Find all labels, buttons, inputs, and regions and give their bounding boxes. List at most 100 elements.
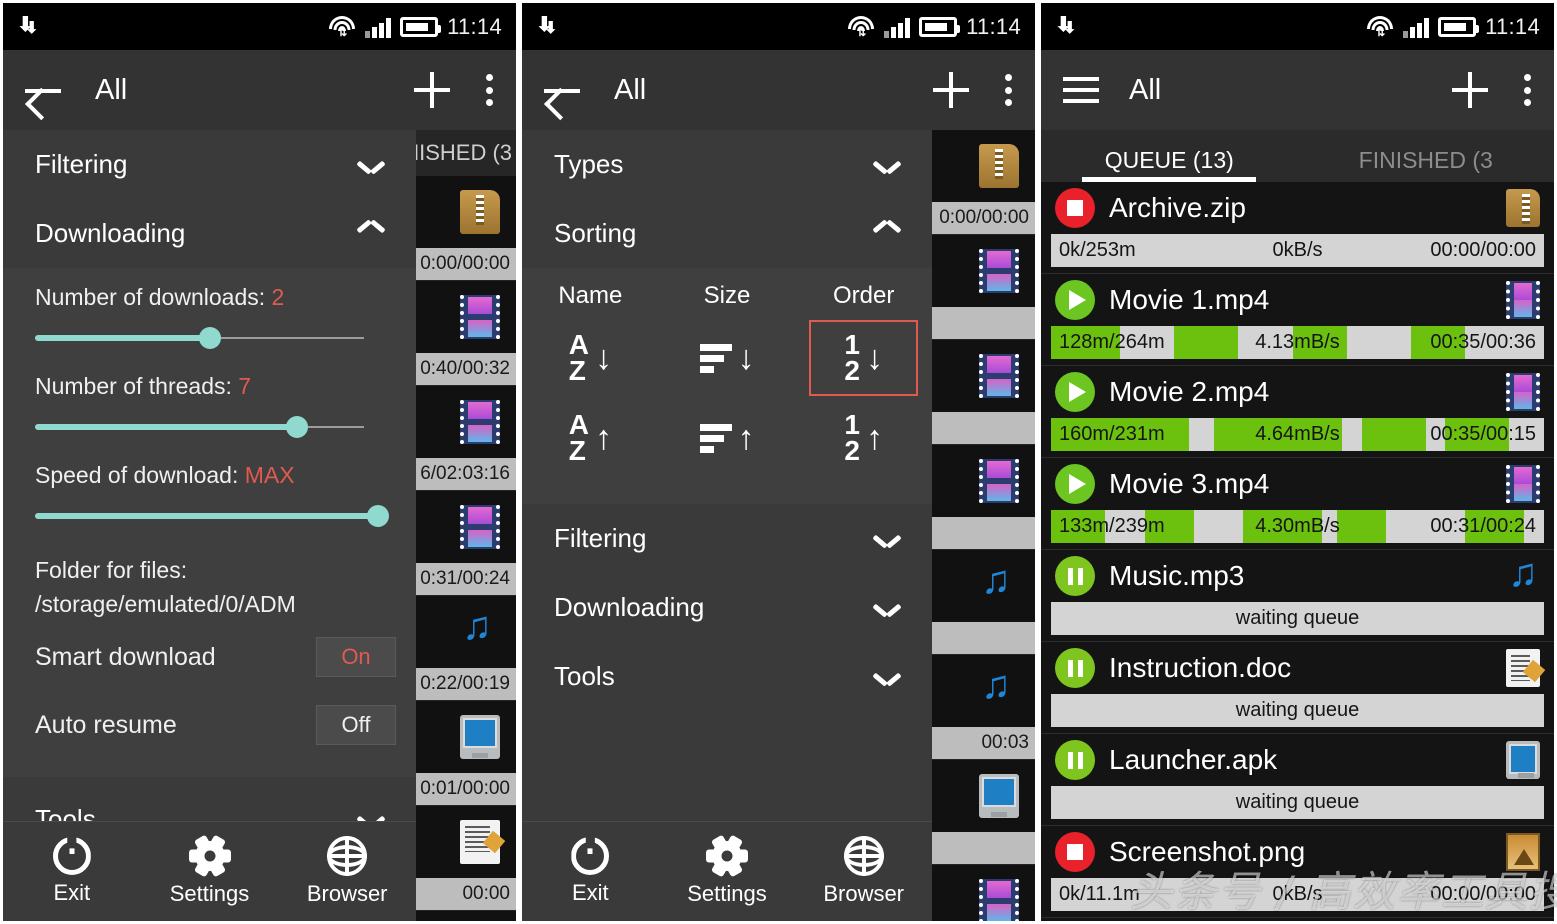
- list-item[interactable]: Movie 1.mp4 128m/264m 4.13mB/s 00:35/00:…: [1041, 274, 1554, 366]
- section-filtering-2[interactable]: Filtering: [522, 504, 932, 573]
- overflow-menu-icon[interactable]: [486, 74, 494, 106]
- battery-icon: [919, 16, 961, 37]
- list-item[interactable]: Movie 2.mp4 160m/231m 4.64mB/s 00:35/00:…: [1041, 366, 1554, 458]
- background-time: 0:00/00:00: [939, 207, 1029, 228]
- stop-button[interactable]: [1055, 832, 1095, 872]
- download-queue-list[interactable]: Archive.zip 0k/253m 0kB/s 00:00/00:00 Mo…: [1041, 182, 1554, 921]
- list-item[interactable]: Screenshot.png 0k/11.1m 0kB/s 00:00/00:0…: [1041, 826, 1554, 918]
- list-item[interactable]: Instruction.doc waiting queue: [1041, 642, 1554, 734]
- background-time: 0:31/00:24: [420, 568, 510, 589]
- exit-button[interactable]: Exit: [3, 837, 141, 906]
- arrow-down-glyph: ↓: [737, 339, 755, 377]
- progress-bar: waiting queue: [1051, 602, 1544, 635]
- battery-icon: [1438, 16, 1480, 37]
- back-arrow-icon[interactable]: [544, 75, 584, 105]
- section-downloading-2[interactable]: Downloading: [522, 573, 932, 642]
- film-icon: [1506, 281, 1540, 319]
- tab-finished[interactable]: FINISHED (3: [1298, 147, 1555, 182]
- sort-az-desc-icon[interactable]: A Z ↓: [522, 318, 659, 398]
- settings-button[interactable]: Settings: [141, 834, 279, 907]
- section-filtering[interactable]: Filtering: [3, 130, 416, 199]
- section-downloading[interactable]: Downloading: [3, 199, 416, 268]
- sort-size-asc-icon[interactable]: ↑: [659, 398, 796, 478]
- drawer-scroll-1[interactable]: Filtering Downloading Number of download…: [3, 130, 416, 821]
- music-icon: [979, 663, 1019, 713]
- film-icon: [1506, 373, 1540, 411]
- auto-resume-row[interactable]: Auto resume Off: [3, 691, 416, 759]
- pause-button[interactable]: [1055, 740, 1095, 780]
- sorting-grid: Name Size Order A Z ↓ ↓ 1 2 ↓ A Z ↑ ↑ 1 …: [522, 268, 932, 504]
- background-time: 0:22/00:19: [420, 673, 510, 694]
- section-downloading-label: Downloading: [35, 218, 186, 248]
- threads-value: 7: [238, 373, 252, 399]
- image-icon: [1506, 833, 1540, 871]
- add-download-button[interactable]: [933, 72, 969, 108]
- auto-resume-label: Auto resume: [35, 710, 177, 739]
- chevron-down-icon: [874, 600, 900, 616]
- arrow-down-glyph: ↓: [865, 339, 883, 377]
- back-arrow-icon[interactable]: [25, 75, 65, 105]
- list-item[interactable]: Music.mp3 waiting queue: [1041, 550, 1554, 642]
- pause-button[interactable]: [1055, 648, 1095, 688]
- section-sorting[interactable]: Sorting: [522, 199, 932, 268]
- section-types[interactable]: Types: [522, 130, 932, 199]
- sort-order-desc-icon[interactable]: 1 2 ↓: [795, 318, 932, 398]
- status-right-3: ⇅ 11:14: [1366, 14, 1540, 40]
- browser-button[interactable]: Browser: [278, 836, 416, 907]
- film-icon: [979, 354, 1019, 398]
- download-name: Screenshot.png: [1109, 836, 1306, 867]
- settings-label: Settings: [687, 881, 767, 906]
- overflow-menu-icon[interactable]: [1524, 74, 1532, 106]
- setting-number-of-downloads: Number of downloads: 2: [3, 274, 416, 363]
- smart-download-toggle[interactable]: On: [316, 637, 396, 677]
- sorting-columns: Name Size Order: [522, 282, 932, 318]
- downloads-slider[interactable]: [35, 319, 384, 359]
- overflow-menu-icon[interactable]: [1005, 74, 1013, 106]
- drawer-scroll-2[interactable]: Types Sorting Name Size Order A Z ↓ ↓ 1 …: [522, 130, 932, 821]
- browser-button[interactable]: Browser: [795, 836, 932, 907]
- sort-order-asc-icon[interactable]: 1 2 ↑: [795, 398, 932, 478]
- play-button[interactable]: [1055, 464, 1095, 504]
- status-clock: 11:14: [447, 13, 502, 39]
- threads-slider[interactable]: [35, 408, 384, 448]
- downloads-value: 2: [271, 284, 285, 310]
- play-button[interactable]: [1055, 372, 1095, 412]
- download-speed: 4.13mB/s: [1255, 331, 1340, 353]
- chevron-down-icon: [874, 669, 900, 685]
- add-download-button[interactable]: [1452, 72, 1488, 108]
- list-item[interactable]: Movie 3.mp4 133m/239m 4.30mB/s 00:31/00:…: [1041, 458, 1554, 550]
- speed-slider[interactable]: [35, 497, 389, 537]
- action-bar-2: All: [522, 50, 1035, 130]
- sort-size-desc-icon[interactable]: ↓: [659, 318, 796, 398]
- background-time: 0:01/00:00: [420, 778, 510, 799]
- folder-path: /storage/emulated/0/ADM: [35, 591, 296, 617]
- download-name: Movie 2.mp4: [1109, 376, 1270, 407]
- background-time: 6/02:03:16: [420, 463, 510, 484]
- folder-for-files[interactable]: Folder for files: /storage/emulated/0/AD…: [3, 541, 416, 623]
- sort-az-asc-icon[interactable]: A Z ↑: [522, 398, 659, 478]
- stop-button[interactable]: [1055, 188, 1095, 228]
- play-button[interactable]: [1055, 280, 1095, 320]
- smart-download-row[interactable]: Smart download On: [3, 623, 416, 691]
- status-right-2: ⇅ 11:14: [847, 14, 1021, 40]
- auto-resume-toggle[interactable]: Off: [316, 705, 396, 745]
- exit-button[interactable]: Exit: [522, 837, 659, 906]
- add-download-button[interactable]: [414, 72, 450, 108]
- section-tools-2[interactable]: Tools: [522, 642, 932, 711]
- az-bottom: Z: [568, 355, 586, 386]
- apk-icon: [979, 774, 1019, 818]
- pause-button[interactable]: [1055, 556, 1095, 596]
- download-speed: 0kB/s: [1272, 239, 1323, 261]
- list-item[interactable]: Archive.zip 0k/253m 0kB/s 00:00/00:00: [1041, 182, 1554, 274]
- sorting-row-desc: A Z ↓ ↓ 1 2 ↓: [522, 318, 932, 398]
- setting-number-of-threads: Number of threads: 7: [3, 363, 416, 452]
- background-time: 00:03: [981, 732, 1029, 753]
- settings-button[interactable]: Settings: [659, 834, 796, 907]
- progress-bar: 133m/239m 4.30mB/s 00:31/00:24: [1051, 510, 1544, 543]
- tab-queue-label: QUEUE (13): [1104, 147, 1234, 173]
- download-size: 128m/264m: [1059, 331, 1165, 353]
- list-item[interactable]: Launcher.apk waiting queue: [1041, 734, 1554, 826]
- tab-queue[interactable]: QUEUE (13): [1041, 147, 1298, 182]
- hamburger-menu-icon[interactable]: [1063, 77, 1099, 103]
- section-tools[interactable]: Tools: [3, 785, 416, 821]
